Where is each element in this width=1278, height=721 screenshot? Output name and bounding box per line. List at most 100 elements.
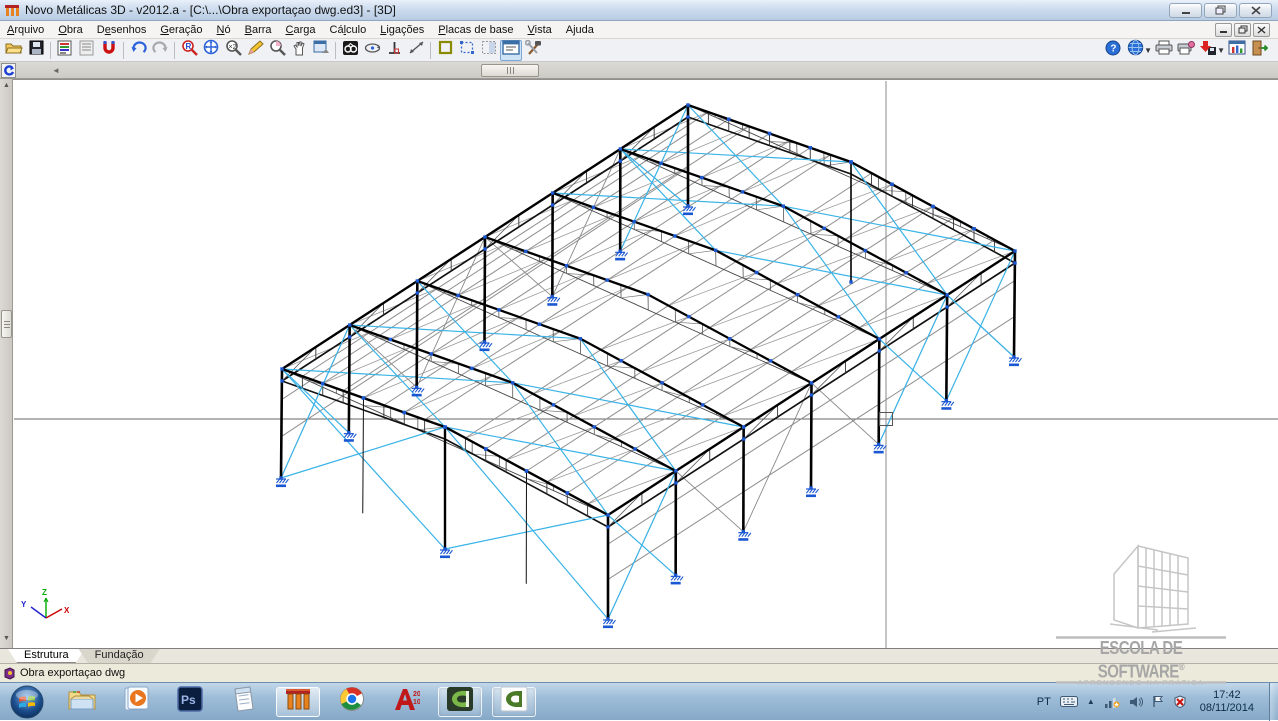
security-alert-icon[interactable] <box>1173 695 1187 708</box>
menu-geração[interactable]: Geração <box>153 23 209 37</box>
export-dxf-gray-icon <box>79 40 96 61</box>
taskbar-notepad[interactable] <box>222 687 266 717</box>
zoom-window-button[interactable] <box>266 40 288 61</box>
notepad-icon <box>232 686 256 717</box>
exit-door-button[interactable] <box>1248 40 1270 61</box>
minimize-button[interactable] <box>1169 3 1202 18</box>
web-globe-button[interactable] <box>1124 40 1146 61</box>
menu-arquivo[interactable]: Arquivo <box>0 23 51 37</box>
taskbar-metalicas-3d[interactable] <box>276 687 320 717</box>
open-button[interactable] <box>3 40 25 61</box>
tools-hammer-button[interactable] <box>522 40 544 61</box>
measure-button[interactable] <box>405 40 427 61</box>
start-button[interactable] <box>8 683 45 720</box>
taskbar-autocad[interactable]: 2010 <box>384 687 428 717</box>
status-text: Obra exportaçao dwg <box>20 667 125 679</box>
dialog-pressed-button[interactable] <box>500 40 522 61</box>
taskbar-camtasia[interactable] <box>438 687 482 717</box>
zoom-real-button[interactable]: R <box>178 40 200 61</box>
keyboard-icon[interactable] <box>1060 696 1078 707</box>
child-restore-button[interactable] <box>1234 23 1251 37</box>
taskbar-media-player[interactable] <box>114 687 158 717</box>
open-icon <box>5 40 23 60</box>
media-player-icon <box>123 686 149 717</box>
orbit-button[interactable] <box>361 40 383 61</box>
scroll-left-arrow-icon[interactable]: ◄ <box>52 66 60 75</box>
network-icon[interactable] <box>1104 696 1120 708</box>
close-button[interactable] <box>1239 3 1272 18</box>
print-button[interactable] <box>1153 40 1175 61</box>
taskbar-windows-explorer[interactable] <box>60 687 104 717</box>
perpendicular-button[interactable] <box>383 40 405 61</box>
menu-obra[interactable]: Obra <box>51 23 89 37</box>
zoom-scale-button[interactable]: ×2 <box>222 40 244 61</box>
help-button[interactable]: ? <box>1102 40 1124 61</box>
menu-cálculo[interactable]: Cálculo <box>323 23 374 37</box>
grid-select-button[interactable] <box>478 40 500 61</box>
horizontal-scroll-thumb[interactable] <box>481 64 539 77</box>
menu-vista[interactable]: Vista <box>521 23 559 37</box>
menu-carga[interactable]: Carga <box>279 23 323 37</box>
zoom-extents-button[interactable] <box>200 40 222 61</box>
drawing-viewport[interactable]: ZXY <box>13 79 1278 648</box>
menu-ajuda[interactable]: Ajuda <box>559 23 601 37</box>
vertical-scroll-thumb[interactable] <box>1 310 12 338</box>
clock[interactable]: 17:42 08/11/2014 <box>1200 689 1254 715</box>
scroll-down-arrow-icon[interactable]: ▼ <box>1 635 12 642</box>
report-window-icon <box>1228 40 1246 60</box>
system-tray: PT ▲ 17:42 08/11/2014 <box>1037 683 1278 721</box>
bracing-members <box>281 105 1015 619</box>
camtasia-icon <box>446 686 474 717</box>
metalicas-3d-icon <box>284 686 312 717</box>
restore-button[interactable] <box>1204 3 1237 18</box>
refresh-icon <box>3 65 15 77</box>
save-button[interactable] <box>25 40 47 61</box>
magnet-button[interactable] <box>98 40 120 61</box>
export-save-dropdown-arrow[interactable]: ▼ <box>1217 46 1225 55</box>
redraw-pencil-button[interactable] <box>244 40 266 61</box>
scroll-up-arrow-icon[interactable]: ▲ <box>1 82 12 89</box>
previous-view-button[interactable] <box>310 40 332 61</box>
taskbar-camtasia-2[interactable] <box>492 687 536 717</box>
web-globe-icon <box>1127 39 1144 61</box>
svg-text:R: R <box>185 42 191 51</box>
volume-icon[interactable] <box>1129 696 1143 708</box>
show-hidden-icons[interactable]: ▲ <box>1087 697 1095 706</box>
search-binoculars-button[interactable] <box>339 40 361 61</box>
menu-ligações[interactable]: Ligações <box>373 23 431 37</box>
undo-button[interactable] <box>127 40 149 61</box>
search-binoculars-icon <box>342 40 359 61</box>
export-dxf-gray-button[interactable] <box>76 40 98 61</box>
help-icon: ? <box>1105 40 1121 61</box>
tools-hammer-icon <box>525 40 542 61</box>
show-desktop-button[interactable] <box>1269 683 1278 721</box>
frame-square-button[interactable] <box>434 40 456 61</box>
report-window-button[interactable] <box>1226 40 1248 61</box>
export-dxf-button[interactable] <box>54 40 76 61</box>
horizontal-scrollbar[interactable]: ◄ <box>0 62 1278 79</box>
status-bar: Obra exportaçao dwg <box>0 663 1278 682</box>
tab-fundação[interactable]: Fundação <box>79 649 160 663</box>
axis-label-x: X <box>64 606 70 615</box>
svg-text:?: ? <box>1111 43 1117 54</box>
print-capture-button[interactable] <box>1175 40 1197 61</box>
menu-placas-de-base[interactable]: Placas de base <box>431 23 520 37</box>
taskbar-chrome[interactable] <box>330 687 374 717</box>
child-minimize-button[interactable] <box>1215 23 1232 37</box>
redraw-corner-button[interactable] <box>1 63 16 78</box>
pan-hand-button[interactable] <box>288 40 310 61</box>
taskbar-photoshop[interactable]: Ps <box>168 687 212 717</box>
menu-barra[interactable]: Barra <box>238 23 279 37</box>
action-center-flag-icon[interactable] <box>1152 695 1164 708</box>
menu-nó[interactable]: Nó <box>210 23 238 37</box>
tab-estrutura[interactable]: Estrutura <box>8 649 85 663</box>
web-globe-dropdown-arrow[interactable]: ▼ <box>1144 46 1152 55</box>
child-close-button[interactable] <box>1253 23 1270 37</box>
clock-date: 08/11/2014 <box>1200 702 1254 715</box>
menu-desenhos[interactable]: Desenhos <box>90 23 154 37</box>
export-save-button[interactable] <box>1197 40 1219 61</box>
vertical-scrollbar[interactable]: ▲ ▼ <box>0 79 13 648</box>
selection-box-button[interactable] <box>456 40 478 61</box>
redo-button[interactable] <box>149 40 171 61</box>
language-indicator[interactable]: PT <box>1037 696 1051 708</box>
